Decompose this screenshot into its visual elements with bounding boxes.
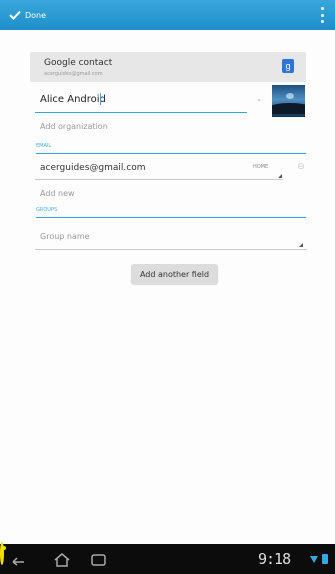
account-type: Google contact — [44, 58, 113, 68]
photo-glow — [286, 93, 294, 99]
groups-section-label: GROUPS — [36, 207, 58, 213]
back-icon[interactable] — [8, 552, 26, 566]
battery-icon — [322, 554, 328, 564]
name-field[interactable]: Alice Android — [35, 88, 247, 113]
email-field[interactable]: acerguides@gmail.com — [35, 158, 283, 180]
email-value: acerguides@gmail.com — [40, 163, 146, 173]
overflow-menu-icon[interactable] — [319, 7, 325, 23]
home-icon[interactable] — [52, 552, 72, 568]
group-field[interactable]: Group name — [35, 228, 307, 250]
organization-field[interactable]: Add organization — [40, 122, 108, 131]
action-bar: Done — [0, 0, 335, 30]
email-type-select[interactable]: HOME — [253, 164, 283, 178]
expand-name-icon[interactable]: ⌄ — [256, 95, 262, 103]
account-header: Google contact acerguides@gmail.com g — [30, 52, 306, 82]
clock: 9:18 — [258, 550, 291, 568]
email-type-value: HOME — [253, 164, 269, 170]
recent-apps-icon[interactable] — [90, 552, 108, 566]
photo-hill — [272, 103, 305, 114]
email-section-divider — [36, 153, 306, 154]
system-navigation-bar: 9:18 — [0, 542, 335, 574]
name-value: Alice Android — [40, 94, 106, 105]
contact-photo[interactable] — [272, 85, 305, 117]
edit-contact-screen: Done Google contact acerguides@gmail.com… — [0, 0, 335, 574]
add-another-field-button[interactable]: Add another field — [131, 264, 218, 284]
done-button[interactable]: Done — [8, 7, 46, 23]
remove-email-icon[interactable]: ⊖ — [296, 162, 306, 172]
groups-section-divider — [36, 217, 306, 218]
check-icon — [9, 10, 21, 20]
dropdown-triangle-icon — [278, 174, 282, 178]
apps-launcher-icon[interactable] — [0, 542, 4, 565]
dropdown-triangle-icon — [299, 243, 303, 247]
text-cursor — [100, 93, 101, 105]
account-email: acerguides@gmail.com — [44, 71, 103, 77]
email-section-label: EMAIL — [36, 143, 52, 149]
done-label: Done — [25, 10, 47, 20]
group-name-placeholder: Group name — [40, 232, 90, 241]
add-new-email[interactable]: Add new — [40, 189, 75, 198]
google-logo-icon: g — [282, 59, 294, 73]
wifi-icon — [310, 556, 318, 563]
